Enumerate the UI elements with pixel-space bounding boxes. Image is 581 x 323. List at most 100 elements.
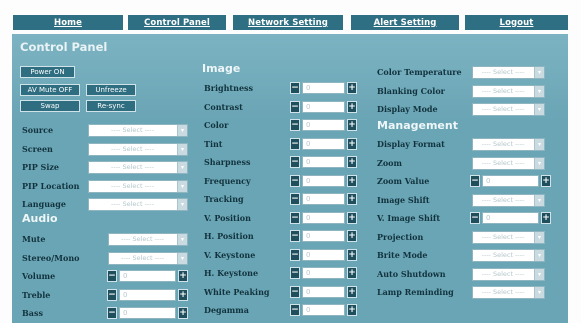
source-select[interactable]: ---- Select ---- ▾ xyxy=(88,124,188,137)
chevron-down-icon[interactable]: ▾ xyxy=(534,157,544,169)
zoom-select[interactable]: ---- Select ---- ▾ xyxy=(472,156,545,170)
plus-icon[interactable]: + xyxy=(347,285,357,298)
v-keystone-value-field[interactable]: 0 xyxy=(302,248,345,261)
minus-icon[interactable]: − xyxy=(290,119,300,131)
plus-icon[interactable]: + xyxy=(347,304,357,316)
h-position-value-field[interactable]: 0 xyxy=(302,230,345,242)
stereo-mono-select[interactable]: ---- Select ---- ▾ xyxy=(108,251,188,265)
degamma-value-field[interactable]: 0 xyxy=(302,304,345,316)
minus-icon[interactable]: − xyxy=(290,156,300,168)
v-position-value-field[interactable]: 0 xyxy=(302,211,345,224)
sharpness-value-field[interactable]: 0 xyxy=(302,156,345,168)
swap-button[interactable]: Swap xyxy=(20,100,80,112)
minus-icon[interactable]: − xyxy=(290,174,300,187)
av-mute-off-button[interactable]: AV Mute OFF xyxy=(20,84,80,96)
minus-icon[interactable]: − xyxy=(290,211,300,224)
minus-icon[interactable]: − xyxy=(470,175,480,187)
brite-mode-select[interactable]: ---- Select ---- ▾ xyxy=(472,249,545,262)
plus-icon[interactable]: + xyxy=(178,307,188,319)
chevron-down-icon[interactable]: ▾ xyxy=(534,268,544,280)
lamp-reminding-select[interactable]: ---- Select ---- ▾ xyxy=(472,286,545,299)
bass-value-field[interactable]: 0 xyxy=(119,307,176,319)
chevron-down-icon[interactable]: ▾ xyxy=(177,162,187,173)
chevron-down-icon[interactable]: ▾ xyxy=(177,252,187,264)
color-stepper: −0 + xyxy=(290,119,357,132)
treble-value-field[interactable]: 0 xyxy=(119,288,176,301)
v-image-shift-value-field[interactable]: 0 xyxy=(482,212,539,224)
chevron-down-icon[interactable]: ▾ xyxy=(177,234,187,245)
minus-icon[interactable]: − xyxy=(107,307,117,319)
nav-home-link[interactable]: Home xyxy=(13,15,123,30)
nav-alert-setting-link[interactable]: Alert Setting xyxy=(351,15,459,30)
pip-size-select[interactable]: ---- Select ---- ▾ xyxy=(88,161,188,174)
plus-icon[interactable]: + xyxy=(347,174,357,187)
plus-icon[interactable]: + xyxy=(347,230,357,242)
chevron-down-icon[interactable]: ▾ xyxy=(534,85,544,97)
chevron-down-icon[interactable]: ▾ xyxy=(177,199,187,210)
minus-icon[interactable]: − xyxy=(470,212,480,224)
plus-icon[interactable]: + xyxy=(178,270,188,282)
minus-icon[interactable]: − xyxy=(107,270,117,282)
white-peaking-value-field[interactable]: 0 xyxy=(302,285,345,298)
minus-icon[interactable]: − xyxy=(107,288,117,301)
h-keystone-value-field[interactable]: 0 xyxy=(302,267,345,279)
chevron-down-icon[interactable]: ▾ xyxy=(534,104,544,115)
volume-value-field[interactable]: 0 xyxy=(119,270,176,282)
tint-value-field[interactable]: 0 xyxy=(302,137,345,150)
minus-icon[interactable]: − xyxy=(290,193,300,205)
plus-icon[interactable]: + xyxy=(347,267,357,279)
chevron-down-icon[interactable]: ▾ xyxy=(534,287,544,298)
minus-icon[interactable]: − xyxy=(290,248,300,261)
color-temperature-select[interactable]: ---- Select ---- ▾ xyxy=(472,66,545,79)
frequency-value-field[interactable]: 0 xyxy=(302,174,345,187)
minus-icon[interactable]: − xyxy=(290,82,300,94)
nav-control-panel-link[interactable]: Control Panel xyxy=(128,15,226,30)
nav-network-setting-link[interactable]: Network Setting xyxy=(233,15,343,30)
plus-icon[interactable]: + xyxy=(347,156,357,168)
plus-icon[interactable]: + xyxy=(178,288,188,301)
unfreeze-button[interactable]: Unfreeze xyxy=(86,84,136,96)
chevron-down-icon[interactable]: ▾ xyxy=(534,250,544,261)
minus-icon[interactable]: − xyxy=(290,267,300,279)
plus-icon[interactable]: + xyxy=(347,211,357,224)
minus-icon[interactable]: − xyxy=(290,100,300,113)
screen-select[interactable]: ---- Select ---- ▾ xyxy=(88,142,188,156)
plus-icon[interactable]: + xyxy=(347,119,357,131)
projection-select[interactable]: ---- Select ---- ▾ xyxy=(472,230,545,244)
field-label: V. Keystone xyxy=(204,249,256,260)
chevron-down-icon[interactable]: ▾ xyxy=(177,125,187,136)
chevron-down-icon[interactable]: ▾ xyxy=(534,231,544,243)
plus-icon[interactable]: + xyxy=(347,248,357,261)
contrast-value-field[interactable]: 0 xyxy=(302,100,345,113)
plus-icon[interactable]: + xyxy=(347,137,357,150)
chevron-down-icon[interactable]: ▾ xyxy=(534,67,544,78)
zoom-value-value-field[interactable]: 0 xyxy=(482,175,539,187)
mute-select[interactable]: ---- Select ---- ▾ xyxy=(108,233,188,246)
color-value-field[interactable]: 0 xyxy=(302,119,345,131)
chevron-down-icon[interactable]: ▾ xyxy=(534,194,544,206)
image-shift-select[interactable]: ---- Select ---- ▾ xyxy=(472,193,545,207)
plus-icon[interactable]: + xyxy=(347,82,357,94)
display-format-select[interactable]: ---- Select ---- ▾ xyxy=(472,138,545,151)
plus-icon[interactable]: + xyxy=(347,193,357,205)
language-select[interactable]: ---- Select ---- ▾ xyxy=(88,198,188,211)
tracking-value-field[interactable]: 0 xyxy=(302,193,345,205)
display-mode-select[interactable]: ---- Select ---- ▾ xyxy=(472,103,545,116)
minus-icon[interactable]: − xyxy=(290,137,300,150)
resync-button[interactable]: Re-sync xyxy=(86,100,136,112)
pip-location-select[interactable]: ---- Select ---- ▾ xyxy=(88,179,188,193)
minus-icon[interactable]: − xyxy=(290,304,300,316)
minus-icon[interactable]: − xyxy=(290,285,300,298)
blanking-color-select[interactable]: ---- Select ---- ▾ xyxy=(472,84,545,98)
chevron-down-icon[interactable]: ▾ xyxy=(177,180,187,192)
plus-icon[interactable]: + xyxy=(347,100,357,113)
brightness-value-field[interactable]: 0 xyxy=(302,82,345,94)
plus-icon[interactable]: + xyxy=(541,212,551,224)
minus-icon[interactable]: − xyxy=(290,230,300,242)
chevron-down-icon[interactable]: ▾ xyxy=(177,143,187,155)
power-on-button[interactable]: Power ON xyxy=(20,66,75,78)
plus-icon[interactable]: + xyxy=(541,175,551,187)
nav-logout-link[interactable]: Logout xyxy=(465,15,568,30)
chevron-down-icon[interactable]: ▾ xyxy=(534,139,544,150)
auto-shutdown-select[interactable]: ---- Select ---- ▾ xyxy=(472,267,545,281)
